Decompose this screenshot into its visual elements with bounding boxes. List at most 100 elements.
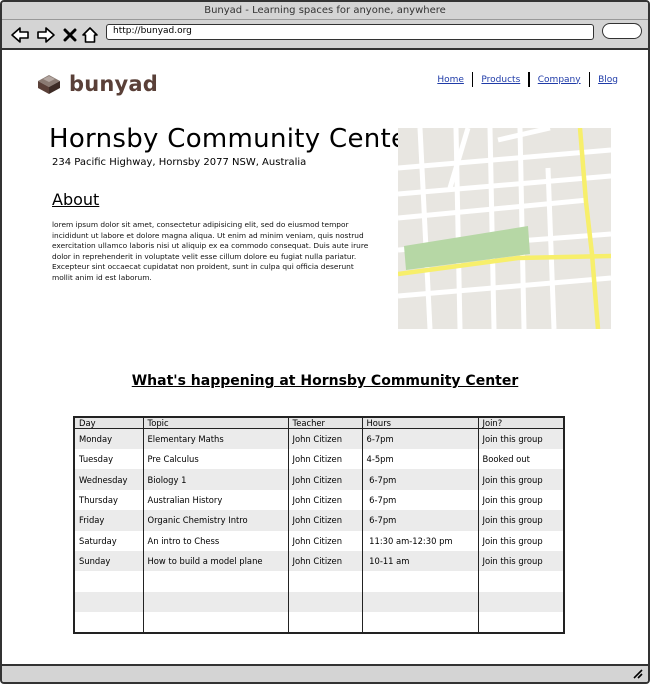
center-address: 234 Pacific Highway, Hornsby 2077 NSW, A… — [52, 157, 307, 168]
browser-window: Bunyad - Learning spaces for anyone, any… — [0, 0, 650, 684]
bunyad-logo-icon — [38, 75, 60, 94]
cell-empty — [74, 571, 144, 592]
column-header-day: Day — [74, 417, 144, 429]
schedule-heading: What's happening at Hornsby Community Ce… — [131, 373, 519, 389]
join-link[interactable]: Join this group — [478, 550, 564, 572]
cell-topic: Pre Calculus — [143, 449, 289, 470]
map-graphic — [398, 128, 611, 329]
cell-day: Monday — [74, 428, 144, 449]
cell-empty — [362, 571, 479, 592]
cell-empty — [362, 612, 479, 633]
cell-empty — [362, 591, 479, 613]
page-content: bunyad Home Products Company Blog Hornsb… — [2, 52, 648, 664]
resize-grip-icon[interactable] — [632, 669, 644, 679]
cell-teacher: John Citizen — [288, 428, 363, 449]
cell-hours: 6-7pm — [362, 489, 479, 511]
cell-teacher: John Citizen — [288, 530, 363, 551]
cell-day: Sunday — [74, 550, 144, 572]
cell-hours: 11:30 am-12:30 pm — [362, 530, 479, 551]
column-header-hours: Hours — [362, 417, 479, 429]
arrow-right-icon — [37, 27, 55, 43]
table-row-empty — [74, 591, 564, 613]
cell-empty — [74, 612, 144, 633]
join-link[interactable]: Join this group — [478, 469, 564, 490]
arrow-left-icon — [11, 27, 29, 43]
cell-empty — [74, 591, 144, 613]
cell-topic: Biology 1 — [143, 469, 289, 490]
join-link[interactable]: Join this group — [478, 428, 564, 449]
cell-empty — [478, 571, 564, 591]
join-link[interactable]: Join this group — [478, 490, 564, 510]
url-text: http://bunyad.org — [113, 26, 192, 36]
nav-link-home[interactable]: Home — [429, 75, 472, 85]
cell-empty — [288, 571, 363, 592]
forward-button[interactable] — [36, 20, 56, 50]
nav-link-products[interactable]: Products — [473, 75, 528, 85]
cell-empty — [288, 591, 363, 613]
table-row: Saturday An intro to Chess John Citizen … — [74, 530, 564, 551]
home-button[interactable] — [80, 20, 100, 50]
cell-teacher: John Citizen — [288, 469, 363, 490]
join-link[interactable]: Join this group — [478, 531, 564, 551]
cell-empty — [478, 612, 564, 632]
browser-statusbar — [2, 664, 648, 682]
browser-toolbar: http://bunyad.org — [2, 20, 648, 50]
table-row: Tuesday Pre Calculus John Citizen 4-5pm … — [74, 449, 564, 470]
cell-teacher: John Citizen — [288, 550, 363, 572]
cell-topic: Organic Chemistry Intro — [143, 510, 289, 531]
about-heading: About — [52, 190, 100, 209]
schedule-table: Day Topic Teacher Hours Join? Monday Ele… — [73, 416, 565, 634]
browser-search-input[interactable] — [602, 23, 642, 39]
cell-teacher: John Citizen — [288, 489, 363, 511]
table-row-empty — [74, 571, 564, 592]
close-icon — [63, 28, 77, 42]
nav-link-company[interactable]: Company — [530, 75, 589, 85]
window-titlebar: Bunyad - Learning spaces for anyone, any… — [2, 2, 648, 20]
cell-topic: Elementary Maths — [143, 428, 289, 449]
cell-day: Wednesday — [74, 469, 144, 490]
url-input[interactable]: http://bunyad.org — [106, 24, 594, 40]
cell-hours: 4-5pm — [362, 449, 479, 470]
cell-topic: How to build a model plane — [143, 550, 289, 572]
table-row: Friday Organic Chemistry Intro John Citi… — [74, 510, 564, 531]
cell-teacher: John Citizen — [288, 449, 363, 470]
stop-button[interactable] — [60, 20, 80, 50]
location-map[interactable] — [398, 128, 611, 329]
site-nav: Home Products Company Blog — [429, 72, 626, 87]
cell-hours: 6-7pm — [362, 469, 479, 490]
cell-day: Saturday — [74, 530, 144, 551]
cell-empty — [288, 612, 363, 633]
column-header-topic: Topic — [143, 417, 289, 429]
cell-hours: 10-11 am — [362, 550, 479, 572]
cell-day: Friday — [74, 510, 144, 531]
table-row: Thursday Australian History John Citizen… — [74, 489, 564, 511]
table-header-row: Day Topic Teacher Hours Join? — [74, 417, 564, 429]
cell-hours: 6-7pm — [362, 510, 479, 531]
join-link[interactable]: Join this group — [478, 510, 564, 531]
cell-join-status: Booked out — [482, 454, 530, 465]
cell-day: Thursday — [74, 489, 144, 511]
cell-hours: 6-7pm — [362, 428, 479, 449]
back-button[interactable] — [10, 20, 30, 50]
table-row: Sunday How to build a model plane John C… — [74, 550, 564, 572]
table-row-empty — [74, 612, 564, 633]
page-title: Hornsby Community Center — [49, 124, 419, 154]
cell-topic: Australian History — [143, 489, 289, 511]
site-logo[interactable]: bunyad — [35, 72, 158, 96]
table-row: Wednesday Biology 1 John Citizen 6-7pm J… — [74, 469, 564, 490]
cell-topic: An intro to Chess — [143, 530, 289, 551]
window-title: Bunyad - Learning spaces for anyone, any… — [204, 5, 446, 16]
cell-empty — [143, 571, 289, 592]
home-icon — [82, 27, 98, 43]
logo-text: bunyad — [69, 72, 159, 96]
column-header-teacher: Teacher — [288, 417, 363, 429]
about-text: lorem ipsum dolor sit amet, consectetur … — [52, 220, 369, 282]
table-row: Monday Elementary Maths John Citizen 6-7… — [74, 428, 564, 449]
cell-teacher: John Citizen — [288, 510, 363, 531]
cell-empty — [143, 612, 289, 633]
cell-empty — [143, 591, 289, 613]
cell-empty — [478, 591, 564, 613]
nav-link-blog[interactable]: Blog — [590, 75, 626, 85]
cell-day: Tuesday — [74, 449, 144, 470]
column-header-join: Join? — [478, 417, 564, 429]
